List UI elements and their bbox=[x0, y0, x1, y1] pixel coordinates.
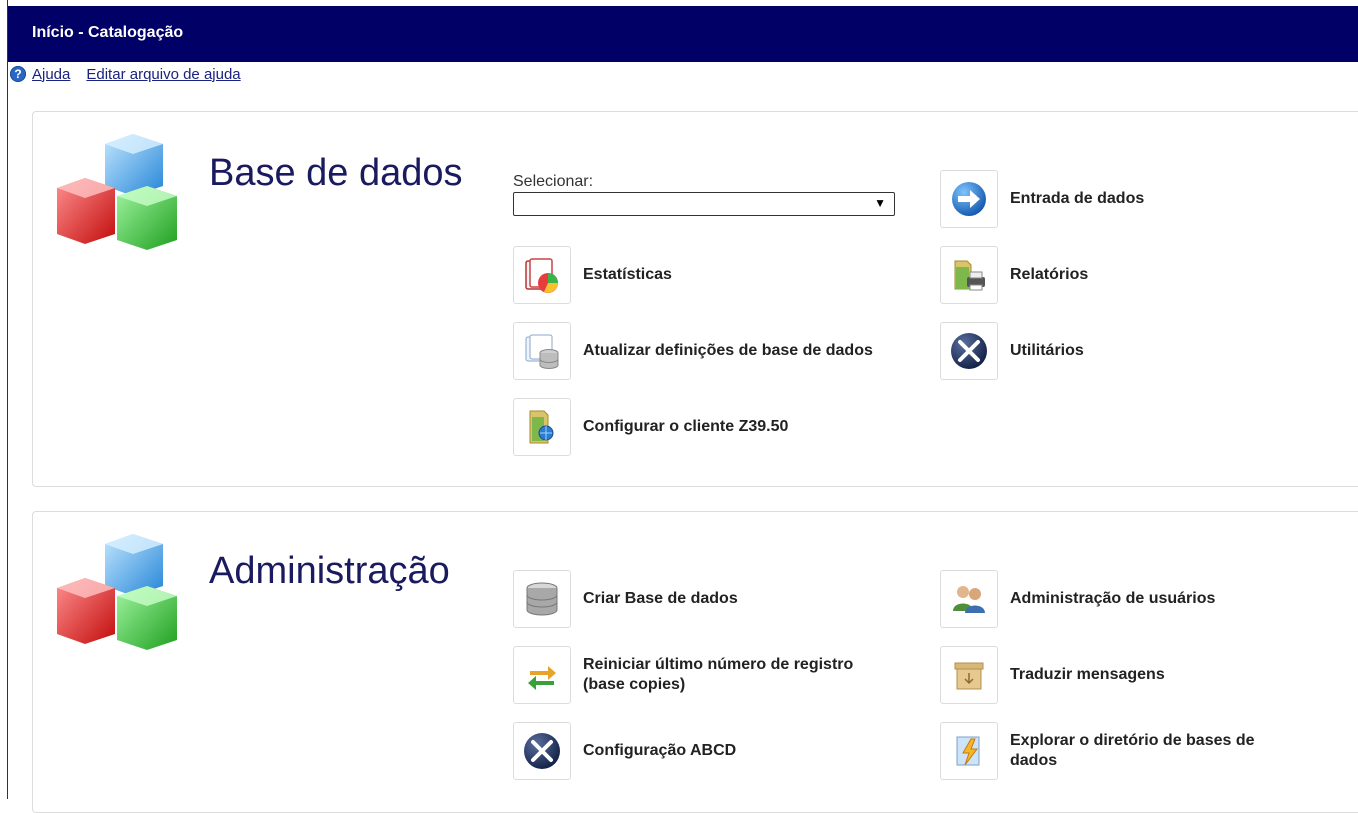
reports-folder-printer-icon bbox=[940, 246, 998, 304]
tools-icon bbox=[513, 722, 571, 780]
configure-z3950-label: Configurar o cliente Z39.50 bbox=[583, 418, 789, 435]
box-icon bbox=[940, 646, 998, 704]
database-select[interactable]: ▼ bbox=[513, 192, 895, 216]
tools-icon bbox=[940, 322, 998, 380]
cubes-logo-icon bbox=[57, 534, 177, 650]
utilities-label: Utilitários bbox=[1010, 342, 1084, 359]
select-label: Selecionar: bbox=[513, 173, 594, 190]
data-entry-label: Entrada de dados bbox=[1010, 190, 1145, 207]
translate-messages-label: Traduzir mensagens bbox=[1010, 666, 1165, 683]
refresh-arrows-icon bbox=[513, 646, 571, 704]
administration-panel: Administração Criar Base de dados Admini… bbox=[32, 511, 1358, 813]
database-stack-icon bbox=[513, 570, 571, 628]
reset-last-record-label: Reiniciar último número de registro (bas… bbox=[583, 656, 854, 693]
directory-explorer-icon bbox=[940, 722, 998, 780]
abcd-configuration-item[interactable]: Configuração ABCD bbox=[513, 722, 736, 780]
dropdown-arrow-icon: ▼ bbox=[874, 196, 886, 210]
reports-item[interactable]: Relatórios bbox=[940, 246, 1088, 304]
help-row: ? Ajuda Editar arquivo de ajuda bbox=[10, 64, 257, 84]
statistics-chart-icon bbox=[513, 246, 571, 304]
update-db-definitions-item[interactable]: Atualizar definições de base de dados bbox=[513, 322, 873, 380]
database-definitions-icon bbox=[513, 322, 571, 380]
reset-last-record-item[interactable]: Reiniciar último número de registro (bas… bbox=[513, 646, 873, 704]
header-bar: Início - Catalogação bbox=[8, 6, 1358, 62]
reports-label: Relatórios bbox=[1010, 266, 1089, 283]
cubes-logo-icon bbox=[57, 134, 177, 250]
left-edge-line bbox=[7, 0, 8, 799]
users-icon bbox=[940, 570, 998, 628]
create-database-item[interactable]: Criar Base de dados bbox=[513, 570, 738, 628]
edit-help-file-link[interactable]: Editar arquivo de ajuda bbox=[86, 66, 240, 83]
explore-database-directory-label: Explorar o diretório de bases de dados bbox=[1010, 732, 1255, 769]
database-section-title: Base de dados bbox=[209, 152, 463, 194]
explore-database-directory-item[interactable]: Explorar o diretório de bases de dados bbox=[940, 722, 1300, 780]
data-entry-item[interactable]: Entrada de dados bbox=[940, 170, 1144, 228]
help-question-icon: ? bbox=[10, 66, 26, 82]
utilities-item[interactable]: Utilitários bbox=[940, 322, 1084, 380]
abcd-configuration-label: Configuração ABCD bbox=[583, 742, 737, 759]
user-administration-label: Administração de usuários bbox=[1010, 590, 1216, 607]
translate-messages-item[interactable]: Traduzir mensagens bbox=[940, 646, 1165, 704]
page-title: Início - Catalogação bbox=[32, 24, 184, 41]
arrow-right-icon bbox=[940, 170, 998, 228]
statistics-label: Estatísticas bbox=[583, 266, 672, 283]
database-panel: Base de dados Selecionar: ▼ Entrada de d… bbox=[32, 111, 1358, 487]
administration-section-title: Administração bbox=[209, 550, 450, 592]
statistics-item[interactable]: Estatísticas bbox=[513, 246, 672, 304]
z3950-client-folder-icon bbox=[513, 398, 571, 456]
help-link[interactable]: Ajuda bbox=[32, 66, 70, 83]
configure-z3950-item[interactable]: Configurar o cliente Z39.50 bbox=[513, 398, 788, 456]
update-db-definitions-label: Atualizar definições de base de dados bbox=[583, 342, 873, 359]
user-administration-item[interactable]: Administração de usuários bbox=[940, 570, 1215, 628]
create-database-label: Criar Base de dados bbox=[583, 590, 738, 607]
